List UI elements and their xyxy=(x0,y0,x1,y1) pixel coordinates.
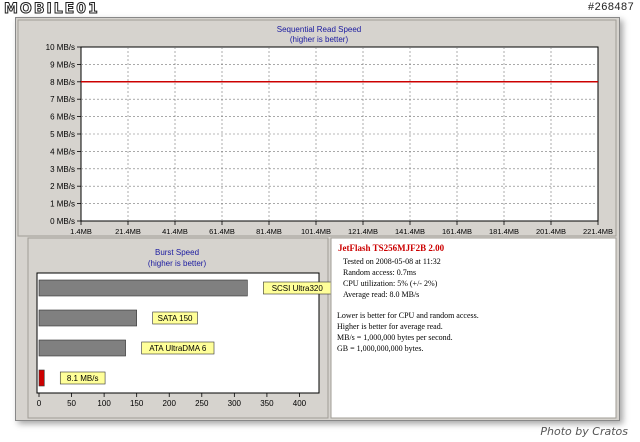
x-tick-label: 141.4MB xyxy=(395,227,425,236)
x-tick-label: 0 xyxy=(37,399,42,408)
x-tick-label: 101.4MB xyxy=(301,227,331,236)
y-tick-label: 8 MB/s xyxy=(50,78,75,87)
stat-random-access: Random access: 0.7ms xyxy=(343,268,417,277)
y-tick-label: 3 MB/s xyxy=(50,165,75,174)
x-tick-label: 300 xyxy=(228,399,242,408)
read-chart-title: Sequential Read Speed xyxy=(277,25,362,34)
x-tick-label: 200 xyxy=(163,399,177,408)
burst-bar xyxy=(38,369,45,387)
note-line: MB/s = 1,000,000 bytes per second. xyxy=(337,333,453,342)
read-chart-subtitle: (higher is better) xyxy=(290,35,349,44)
photo-credit: Photo by Cratos xyxy=(540,425,628,438)
y-tick-label: 6 MB/s xyxy=(50,113,75,122)
y-tick-label: 0 MB/s xyxy=(50,217,75,226)
x-tick-label: 181.4MB xyxy=(489,227,519,236)
burst-label: ATA UltraDMA 6 xyxy=(149,344,207,353)
stat-tested-on: Tested on 2008-05-08 at 11:32 xyxy=(343,257,441,266)
x-tick-label: 350 xyxy=(260,399,274,408)
note-line: Higher is better for average read. xyxy=(337,322,443,331)
x-tick-label: 81.4MB xyxy=(256,227,282,236)
burst-chart-title: Burst Speed xyxy=(155,248,199,257)
x-tick-label: 150 xyxy=(130,399,144,408)
x-tick-label: 121.4MB xyxy=(348,227,378,236)
x-tick-label: 221.4MB xyxy=(583,227,613,236)
info-text: JetFlash TS256MJF2B 2.00 Tested on 2008-… xyxy=(333,238,616,418)
x-tick-label: 100 xyxy=(97,399,111,408)
x-tick-label: 21.4MB xyxy=(115,227,141,236)
note-line: GB = 1,000,000,000 bytes. xyxy=(337,344,424,353)
y-tick-label: 5 MB/s xyxy=(50,130,75,139)
burst-label: SATA 150 xyxy=(158,314,193,323)
burst-label: SCSI Ultra320 xyxy=(272,284,324,293)
burst-label: 8.1 MB/s xyxy=(67,374,99,383)
burst-bar xyxy=(38,309,137,327)
burst-bar xyxy=(38,279,248,297)
y-tick-label: 1 MB/s xyxy=(50,200,75,209)
x-tick-label: 41.4MB xyxy=(162,227,188,236)
device-title: JetFlash TS256MJF2B 2.00 xyxy=(338,243,445,253)
x-tick-label: 250 xyxy=(195,399,209,408)
burst-bar xyxy=(38,339,126,357)
y-tick-label: 2 MB/s xyxy=(50,182,75,191)
y-tick-label: 4 MB/s xyxy=(50,147,75,156)
burst-chart-subtitle: (higher is better) xyxy=(148,259,207,268)
x-tick-label: 1.4MB xyxy=(70,227,92,236)
x-tick-label: 201.4MB xyxy=(536,227,566,236)
y-tick-label: 7 MB/s xyxy=(50,95,75,104)
x-tick-label: 50 xyxy=(67,399,76,408)
x-tick-label: 61.4MB xyxy=(209,227,235,236)
y-tick-label: 10 MB/s xyxy=(46,43,75,52)
y-tick-label: 9 MB/s xyxy=(50,60,75,69)
note-line: Lower is better for CPU and random acces… xyxy=(337,311,479,320)
x-tick-label: 400 xyxy=(293,399,307,408)
stat-cpu-utilization: CPU utilization: 5% (+/- 2%) xyxy=(343,279,438,288)
stat-average-read: Average read: 8.0 MB/s xyxy=(343,290,420,299)
x-tick-label: 161.4MB xyxy=(442,227,472,236)
